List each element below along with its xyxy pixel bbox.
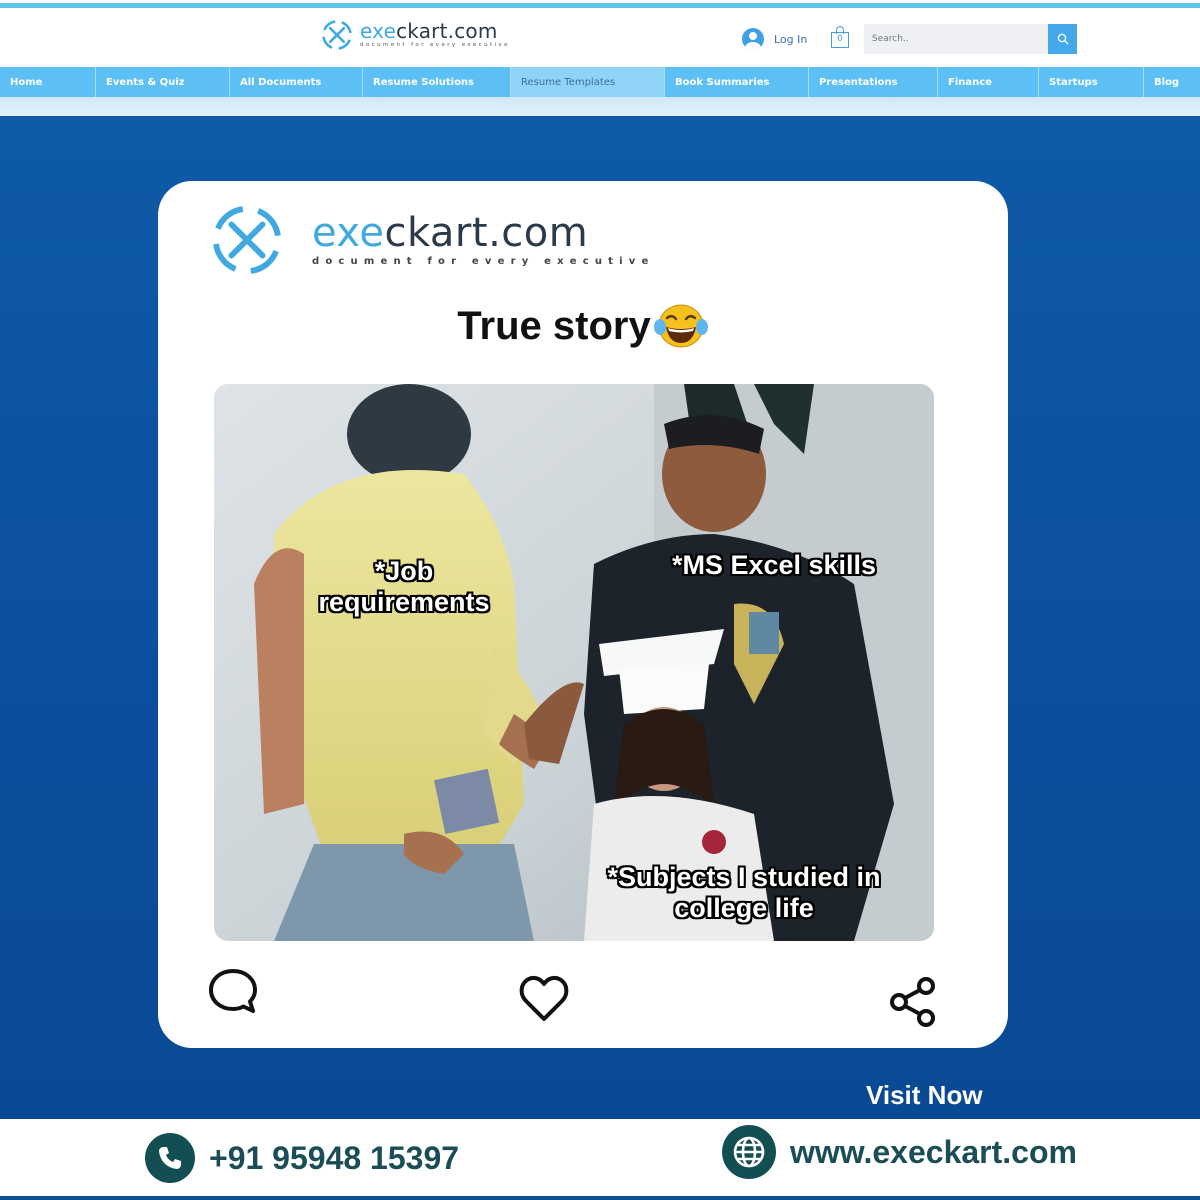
card-brand-prefix: exe [312, 210, 385, 256]
website-url: www.execkart.com [790, 1133, 1077, 1170]
top-accent-strip [0, 3, 1200, 8]
card-brand-suffix: ckart.com [384, 210, 589, 256]
brand-tagline: document for every executive [360, 42, 510, 49]
meme-image: *Job requirements *MS Excel skills *Subj… [214, 384, 934, 941]
search-button[interactable] [1048, 24, 1077, 54]
user-avatar-icon [742, 28, 764, 50]
nav-startups[interactable]: Startups [1039, 67, 1144, 97]
phone-icon [145, 1133, 195, 1183]
contact-footer: +91 95948 15397 www.execkart.com [0, 1119, 1200, 1200]
nav-events-quiz[interactable]: Events & Quiz [96, 67, 230, 97]
nav-blog[interactable]: Blog [1144, 67, 1200, 97]
brand-suffix: ckart.com [396, 19, 498, 44]
post-title-text: True story [457, 304, 651, 348]
card-logo: execkart.com document for every executiv… [208, 201, 654, 279]
laughing-emoji-icon [653, 304, 708, 348]
nav-home[interactable]: Home [0, 67, 96, 97]
nav-resume-templates[interactable]: Resume Templates [511, 67, 665, 97]
brand-prefix: exe [360, 19, 397, 44]
site-header: execkart.com document for every executiv… [0, 0, 1200, 116]
heart-icon[interactable] [518, 975, 570, 1023]
main-nav: Home Events & Quiz All Documents Resume … [0, 67, 1200, 97]
cart-count: 0 [837, 34, 843, 44]
globe-icon [722, 1125, 776, 1179]
website-contact[interactable]: www.execkart.com [722, 1125, 1077, 1179]
execkart-logo-icon [322, 20, 352, 50]
execkart-logo-icon [212, 205, 282, 275]
share-icon[interactable] [888, 977, 938, 1027]
caption-ms-excel-skills: *MS Excel skills [671, 550, 877, 580]
search-input[interactable] [864, 24, 1048, 54]
caption-college-subjects: *Subjects I studied in college life [607, 862, 881, 924]
nav-book-summaries[interactable]: Book Summaries [665, 67, 809, 97]
comment-icon[interactable] [208, 967, 258, 1017]
nav-underlay [0, 97, 1200, 116]
search-bar [864, 24, 1077, 54]
search-icon [1057, 33, 1068, 45]
phone-number: +91 95948 15397 [209, 1139, 460, 1176]
login-button[interactable]: Log In [742, 28, 807, 50]
nav-finance[interactable]: Finance [938, 67, 1039, 97]
nav-presentations[interactable]: Presentations [809, 67, 938, 97]
cart-button[interactable]: 0 [830, 26, 850, 48]
card-brand-tagline: document for every executive [312, 256, 655, 267]
post-card: execkart.com document for every executiv… [158, 181, 1008, 1048]
nav-all-documents[interactable]: All Documents [230, 67, 363, 97]
phone-contact[interactable]: +91 95948 15397 [145, 1133, 459, 1183]
visit-now-link[interactable]: Visit Now [866, 1080, 983, 1111]
caption-job-requirements: *Job requirements [318, 556, 490, 618]
post-title: True story [158, 303, 1008, 349]
login-label: Log In [774, 32, 808, 46]
meme-photo [214, 384, 934, 941]
nav-resume-solutions[interactable]: Resume Solutions [363, 67, 511, 97]
site-logo[interactable]: execkart.com document for every executiv… [320, 18, 510, 52]
